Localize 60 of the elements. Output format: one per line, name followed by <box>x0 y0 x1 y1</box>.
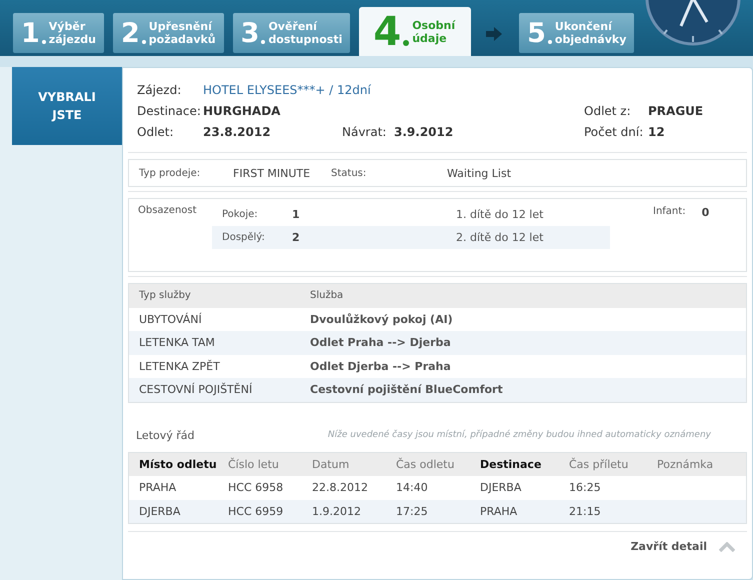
field-value: 12 <box>648 124 665 138</box>
field-label: Pokoje: <box>222 209 259 220</box>
field-label: Návrat: <box>342 124 388 138</box>
close-detail-link[interactable]: Zavřít detail <box>630 540 707 553</box>
table-cell-text: 22.8.2012 <box>312 481 369 494</box>
field-label: Odlet: <box>137 124 175 138</box>
field-label: Destinace: <box>137 104 202 118</box>
column-header: Typ služby <box>139 290 192 302</box>
table-cell-text: DJERBA <box>480 481 522 494</box>
column-header: Čas příletu <box>569 458 630 471</box>
field-value: Waiting List <box>447 166 512 180</box>
field-label: Dospělý: <box>222 232 266 243</box>
arrow-right-icon <box>486 27 502 41</box>
field-value: 3.9.2012 <box>394 124 454 138</box>
column-header: Poznámka <box>657 458 714 471</box>
field-label: Infant: <box>653 206 686 219</box>
table-cell-text: DJERBA <box>139 504 182 518</box>
column-header: Služba <box>310 290 344 302</box>
column-header: Místo odletu <box>139 458 218 471</box>
field-value: 23.8.2012 <box>203 124 271 138</box>
table-cell-text: 21:15 <box>569 504 602 518</box>
column-header: Destinace <box>480 458 542 471</box>
table-cell-text: 1.9.2012 <box>312 504 362 518</box>
table-cell: Odlet Djerba --> Praha <box>310 360 451 373</box>
chevron-up-icon[interactable] <box>719 542 735 552</box>
table-cell-text: CESTOVNÍ POJIŠTĚNÍ <box>139 383 254 396</box>
table-cell-text: HCC 6959 <box>228 504 284 518</box>
table-cell-text: LETENKA ZPĚT <box>139 360 221 373</box>
section-heading: VYBRALI JSTE <box>12 67 122 145</box>
field-value: 1 <box>292 208 301 221</box>
field-value: 1. dítě do 12 let <box>456 208 544 221</box>
section-title: Letový řád <box>136 428 195 442</box>
field-value: 2 <box>292 231 301 244</box>
hotel-link[interactable]: HOTEL ELYSEES***+ / 12dní <box>203 82 371 96</box>
field-label: Status: <box>331 168 368 178</box>
column-header: Datum <box>312 458 350 471</box>
field-label: Zájezd: <box>137 82 182 96</box>
field-label: Odlet z: <box>584 104 632 118</box>
table-cell-text: 14:40 <box>396 481 429 494</box>
field-label: Počet dní: <box>584 124 644 138</box>
table-cell-text: 17:25 <box>396 504 429 518</box>
table-cell-text: HCC 6958 <box>228 481 284 494</box>
column-header: Číslo letu <box>228 458 280 471</box>
table-cell-text: PRAHA <box>139 481 178 494</box>
field-label: Typ prodeje: <box>139 168 202 178</box>
column-header: Čas odletu <box>396 458 456 471</box>
field-value: 0 <box>702 206 710 221</box>
table-cell-text: PRAHA <box>480 504 518 518</box>
table-cell-text: UBYTOVÁNÍ <box>139 312 203 326</box>
table-cell: Dvoulůžkový pokoj (AI) <box>310 312 453 326</box>
table-cell-text: LETENKA TAM <box>139 336 216 350</box>
field-value: FIRST MINUTE <box>233 166 312 180</box>
table-cell: Cestovní pojištění BlueComfort <box>310 383 503 396</box>
note-text: Níže uvedené časy jsou místní, případné změny budou ihned automaticky oznámeny <box>328 430 711 440</box>
field-value: HURGHADA <box>203 104 280 118</box>
section-title: Obsazenost <box>138 204 198 218</box>
table-cell-text: 16:25 <box>569 481 602 494</box>
field-value: 2. dítě do 12 let <box>456 231 544 244</box>
table-cell: Odlet Praha --> Djerba <box>310 336 451 350</box>
field-value: PRAGUE <box>648 104 704 118</box>
